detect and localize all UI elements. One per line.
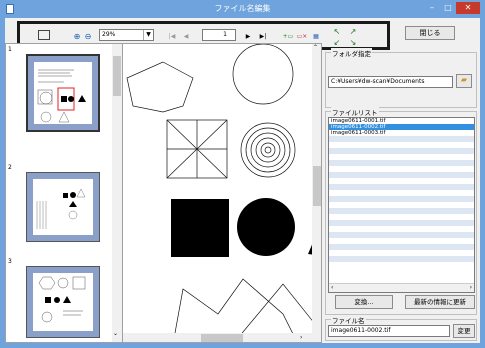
zoom-value: 29% — [102, 31, 116, 38]
chevron-down-icon[interactable]: ⌄ — [113, 330, 118, 337]
thumbnail-image — [36, 188, 86, 229]
thumbnail-page-3[interactable] — [26, 266, 100, 338]
page-number-input[interactable]: 1 — [202, 29, 236, 41]
app-window: ファイル名編集 – □ ✕ ⊕ ⊖ 29% ▼ |◀ ◀ 1 ▶ ▶| +▭ ▭… — [0, 0, 485, 348]
filelist-hscrollbar[interactable]: ‹ › — [329, 283, 474, 292]
folder-open-icon: ▰ — [460, 75, 468, 84]
zoom-in-icon[interactable]: ⊕ — [72, 31, 82, 42]
single-page-view-icon[interactable] — [38, 30, 50, 40]
client-area: ⊕ ⊖ 29% ▼ |◀ ◀ 1 ▶ ▶| +▭ ▭× ▦ ↖ ↗ ↙ ↘ 閉じ… — [5, 18, 480, 343]
scroll-thumb[interactable] — [313, 166, 321, 206]
thumbnail-label: 1 — [8, 46, 12, 53]
delete-page-icon[interactable]: ▭× — [296, 31, 308, 42]
filelist-group-label: ファイルリスト — [331, 107, 379, 117]
zoom-select[interactable]: 29% ▼ — [99, 29, 154, 41]
chevron-right-icon[interactable]: › — [300, 334, 302, 341]
chevron-right-icon[interactable]: › — [470, 284, 472, 291]
folder-group-label: フォルダ指定 — [331, 48, 372, 58]
title-bar[interactable]: ファイル名編集 – □ ✕ — [0, 0, 485, 18]
filename-input[interactable]: image0611-0002.tif — [328, 325, 450, 337]
close-window-button[interactable]: ✕ — [456, 2, 480, 14]
close-button[interactable]: 閉じる — [405, 26, 455, 40]
insert-page-icon[interactable]: +▭ — [282, 31, 294, 42]
scroll-thumb[interactable] — [113, 56, 121, 96]
thumbnail-page-1[interactable] — [26, 54, 100, 132]
right-pane: フォルダ指定 C:¥Users¥dw-scan¥Documents ▰ ファイル… — [323, 43, 480, 343]
next-page-button[interactable]: ▶ — [242, 31, 254, 42]
filename-group-label: ファイル名 — [331, 315, 366, 325]
thumbnail-image — [37, 69, 86, 123]
rotate-left-icon[interactable]: ↖ — [332, 26, 342, 37]
chevron-down-icon: ▼ — [143, 30, 153, 40]
browse-folder-button[interactable]: ▰ — [456, 74, 472, 88]
prev-page-button[interactable]: ◀ — [180, 31, 192, 42]
thumbnail-page-2[interactable] — [26, 172, 100, 242]
thumbnail-panel: 1 2 3 ⌄ — [5, 43, 122, 343]
rename-button[interactable]: 変更 — [453, 324, 475, 338]
minimize-button[interactable]: – — [424, 2, 440, 14]
refresh-button[interactable]: 最新の情報に更新 — [405, 295, 475, 309]
folder-path-input[interactable]: C:¥Users¥dw-scan¥Documents — [328, 76, 453, 88]
zoom-out-icon[interactable]: ⊖ — [83, 31, 93, 42]
chevron-left-icon[interactable]: ‹ — [331, 284, 333, 291]
page-image — [126, 44, 321, 342]
thumbnail-label: 3 — [8, 258, 12, 265]
last-page-button[interactable]: ▶| — [256, 31, 270, 42]
viewer-hscrollbar[interactable]: › — [123, 333, 312, 342]
thumbnail-label: 2 — [8, 164, 12, 171]
thumbnail-image — [38, 276, 86, 323]
page-viewer[interactable]: ⌃ › — [122, 43, 322, 343]
window-title: ファイル名編集 — [214, 4, 271, 13]
page-grid-icon[interactable]: ▦ — [310, 31, 322, 42]
convert-button[interactable]: 変換... — [335, 295, 393, 309]
viewer-vscrollbar[interactable]: ⌃ — [312, 44, 321, 342]
rotate-right-icon[interactable]: ↗ — [348, 26, 358, 37]
thumbnail-scrollbar[interactable]: ⌄ — [112, 44, 122, 342]
maximize-button[interactable]: □ — [440, 2, 456, 14]
first-page-button[interactable]: |◀ — [166, 31, 178, 42]
chevron-up-icon[interactable]: ⌃ — [313, 44, 318, 51]
file-list[interactable]: image0611-0001.tif image0611-0002.tif im… — [328, 117, 475, 293]
scroll-thumb[interactable] — [201, 334, 243, 342]
